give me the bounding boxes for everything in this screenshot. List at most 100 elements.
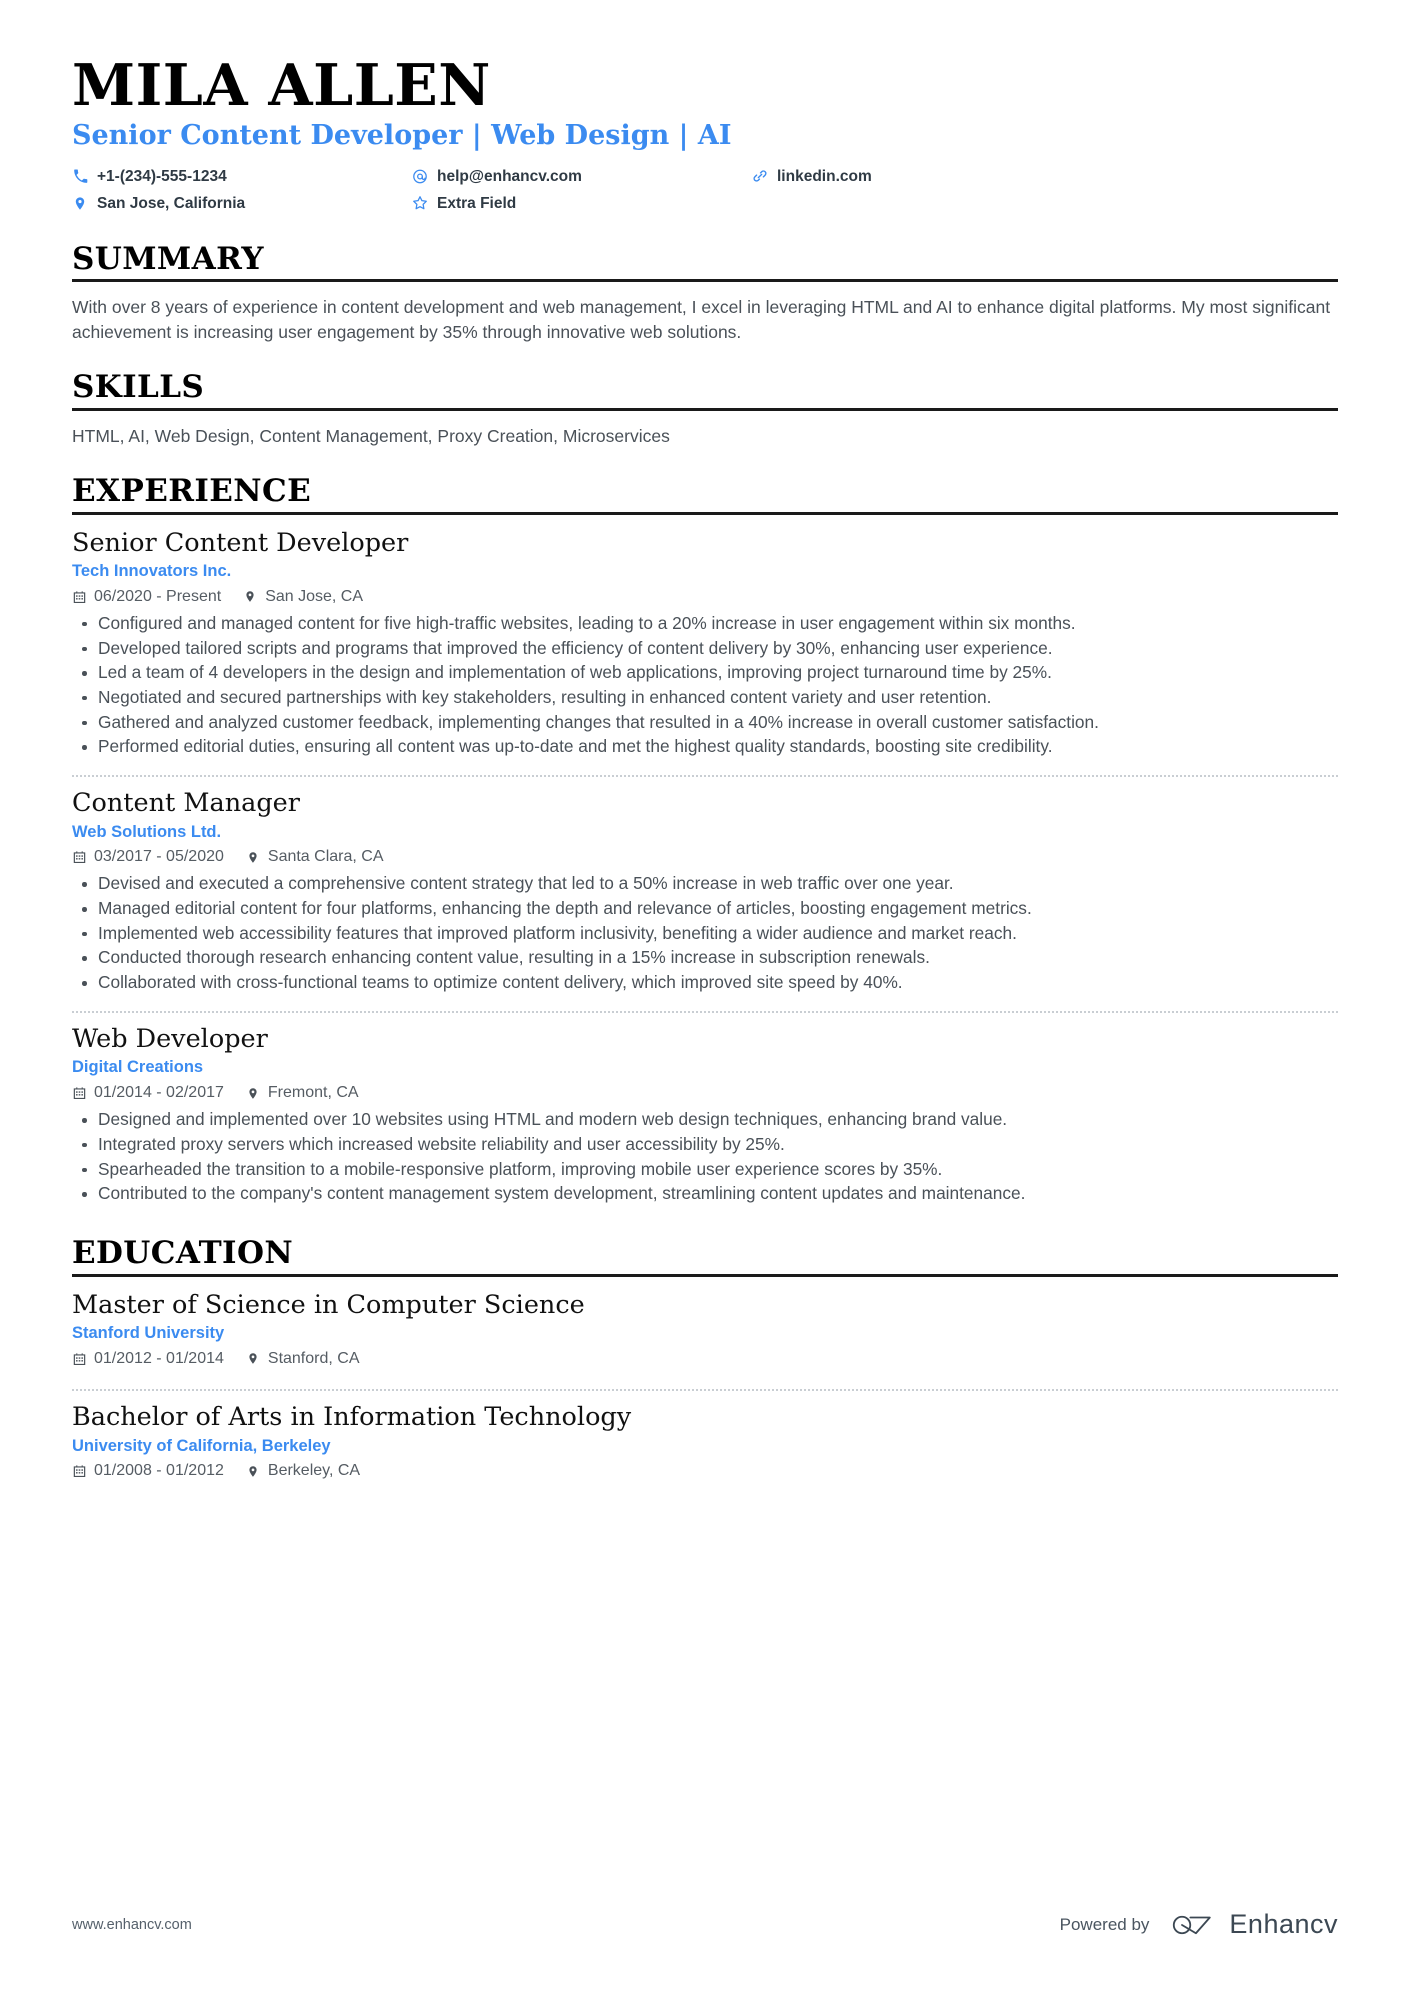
bullet-item: Managed editorial content for four platf…	[82, 897, 1338, 921]
footer-brand: Powered by Enhancv	[1060, 1909, 1338, 1940]
bullet-item: Collaborated with cross-functional teams…	[82, 971, 1338, 995]
section-title-summary: SUMMARY	[72, 240, 264, 277]
contact-email-text: help@enhancv.com	[437, 167, 582, 185]
section-summary: SUMMARY With over 8 years of experience …	[72, 243, 1338, 345]
bullet-item: Devised and executed a comprehensive con…	[82, 872, 1338, 896]
bullet-item: Integrated proxy servers which increased…	[82, 1133, 1338, 1157]
summary-text: With over 8 years of experience in conte…	[72, 297, 1331, 343]
job-dates-text: 06/2020 - Present	[94, 587, 222, 605]
candidate-headline: Senior Content Developer | Web Design | …	[72, 120, 732, 152]
bullet-item: Implemented web accessibility features t…	[82, 922, 1338, 946]
candidate-name: MILA ALLEN	[72, 52, 491, 119]
company-name[interactable]: Tech Innovators Inc.	[72, 562, 1338, 582]
contact-extra-field[interactable]: Extra Field	[412, 195, 752, 211]
contact-grid: +1-(234)-555-1234 help@enhancv.com linke…	[72, 163, 1338, 217]
degree-location-text: Stanford, CA	[267, 1349, 360, 1367]
job-location: Fremont, CA	[246, 1085, 359, 1101]
entry-meta: 01/2012 - 01/2014 Stanford, CA	[72, 1349, 1338, 1367]
job-bullets: Configured and managed content for five …	[72, 612, 1338, 759]
location-icon	[243, 589, 257, 604]
calendar-icon	[72, 589, 86, 604]
bullet-item: Conducted thorough research enhancing co…	[82, 946, 1338, 970]
powered-by-label: Powered by	[1059, 1914, 1150, 1934]
section-divider	[72, 511, 1338, 515]
experience-entry: Senior Content Developer Tech Innovators…	[72, 528, 1338, 765]
education-entry: Master of Science in Computer Science St…	[72, 1290, 1338, 1378]
section-divider	[72, 407, 1338, 411]
calendar-icon	[72, 850, 86, 865]
bullet-item: Contributed to the company's content man…	[82, 1182, 1338, 1206]
resume-page: MILA ALLEN Senior Content Developer | We…	[0, 0, 1410, 1995]
link-icon	[752, 168, 768, 184]
company-name[interactable]: Web Solutions Ltd.	[72, 823, 1338, 843]
location-icon	[246, 1086, 260, 1101]
section-education: EDUCATION Master of Science in Computer …	[72, 1237, 1338, 1490]
job-dates-text: 01/2014 - 02/2017	[94, 1084, 224, 1102]
bullet-item: Developed tailored scripts and programs …	[82, 637, 1338, 661]
section-skills: SKILLS HTML, AI, Web Design, Content Man…	[72, 371, 1338, 449]
job-dates: 06/2020 - Present	[72, 587, 222, 605]
section-divider	[72, 1273, 1338, 1277]
job-location-text: Santa Clara, CA	[267, 848, 384, 866]
bullet-item: Performed editorial duties, ensuring all…	[82, 735, 1338, 759]
bullet-item: Led a team of 4 developers in the design…	[82, 661, 1338, 685]
bullet-item: Configured and managed content for five …	[82, 612, 1338, 636]
contact-link[interactable]: linkedin.com	[752, 168, 1338, 184]
job-title: Web Developer	[72, 1023, 268, 1054]
resume-header: MILA ALLEN Senior Content Developer | We…	[72, 52, 1338, 217]
contact-phone[interactable]: +1-(234)-555-1234	[72, 168, 412, 184]
calendar-icon	[72, 1086, 86, 1101]
section-divider	[72, 279, 1338, 283]
bullet-item: Gathered and analyzed customer feedback,…	[82, 711, 1338, 735]
job-dates: 03/2017 - 05/2020	[72, 849, 224, 865]
job-bullets: Designed and implemented over 10 website…	[72, 1108, 1338, 1206]
section-title-skills: SKILLS	[72, 369, 205, 406]
contact-location[interactable]: San Jose, California	[72, 195, 412, 211]
entry-meta: 06/2020 - Present San Jose, CA	[72, 587, 1338, 605]
location-icon	[246, 1351, 260, 1366]
enhancv-logo: Enhancv	[1171, 1909, 1338, 1940]
job-dates: 01/2014 - 02/2017	[72, 1085, 224, 1101]
school-name[interactable]: University of California, Berkeley	[72, 1437, 1338, 1457]
school-name[interactable]: Stanford University	[72, 1324, 1338, 1344]
entry-meta: 03/2017 - 05/2020 Santa Clara, CA	[72, 849, 1338, 865]
job-dates-text: 03/2017 - 05/2020	[94, 848, 224, 866]
degree-dates-text: 01/2012 - 01/2014	[94, 1349, 224, 1367]
location-icon	[246, 1464, 260, 1479]
degree-location-text: Berkeley, CA	[267, 1462, 361, 1480]
skills-text: HTML, AI, Web Design, Content Management…	[72, 425, 670, 446]
experience-entry: Web Developer Digital Creations 01/2014 …	[72, 1010, 1338, 1211]
phone-icon	[72, 168, 88, 184]
calendar-icon	[72, 1464, 86, 1479]
contact-phone-text: +1-(234)-555-1234	[97, 167, 227, 185]
entry-meta: 01/2008 - 01/2012 Berkeley, CA	[72, 1463, 1338, 1479]
entry-meta: 01/2014 - 02/2017 Fremont, CA	[72, 1085, 1338, 1101]
education-entry: Bachelor of Arts in Information Technolo…	[72, 1388, 1338, 1490]
star-icon	[412, 195, 428, 211]
degree-title: Bachelor of Arts in Information Technolo…	[72, 1401, 632, 1432]
section-title-education: EDUCATION	[72, 1234, 294, 1271]
contact-email[interactable]: help@enhancv.com	[412, 168, 752, 184]
enhancv-mark-icon	[1173, 1915, 1212, 1934]
degree-dates: 01/2008 - 01/2012	[72, 1463, 224, 1479]
degree-location: Stanford, CA	[246, 1349, 360, 1367]
email-icon	[412, 168, 428, 184]
section-title-experience: EXPERIENCE	[72, 472, 312, 509]
experience-entry: Content Manager Web Solutions Ltd. 03/20…	[72, 775, 1338, 1000]
degree-title: Master of Science in Computer Science	[72, 1289, 585, 1320]
degree-dates: 01/2012 - 01/2014	[72, 1349, 224, 1367]
section-experience: EXPERIENCE Senior Content Developer Tech…	[72, 475, 1338, 1211]
contact-location-text: San Jose, California	[97, 194, 246, 212]
job-location-text: San Jose, CA	[265, 587, 364, 605]
job-location: Santa Clara, CA	[246, 849, 384, 865]
location-icon	[72, 195, 88, 211]
calendar-icon	[72, 1351, 86, 1366]
job-location-text: Fremont, CA	[267, 1084, 359, 1102]
contact-link-text: linkedin.com	[777, 167, 872, 185]
company-name[interactable]: Digital Creations	[72, 1058, 1338, 1078]
footer-url[interactable]: www.enhancv.com	[72, 1917, 192, 1933]
job-title: Content Manager	[72, 788, 300, 819]
degree-dates-text: 01/2008 - 01/2012	[94, 1462, 224, 1480]
job-location: San Jose, CA	[243, 587, 364, 605]
location-icon	[246, 850, 260, 865]
